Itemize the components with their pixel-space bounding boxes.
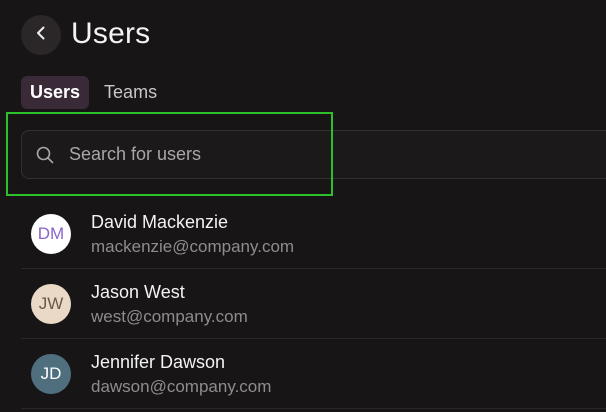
avatar: DM	[31, 214, 71, 254]
user-email: dawson@company.com	[91, 377, 272, 396]
user-email: mackenzie@company.com	[91, 237, 295, 256]
user-row[interactable]: DM David Mackenzie mackenzie@company.com	[21, 199, 606, 269]
user-name: David Mackenzie	[91, 212, 229, 232]
user-row[interactable]: JD Jennifer Dawson dawson@company.com	[21, 339, 606, 409]
tab-users[interactable]: Users	[21, 76, 90, 109]
user-name: Jennifer Dawson	[91, 352, 226, 372]
user-row[interactable]: JW Jason West west@company.com	[21, 269, 606, 339]
tab-bar: Users Teams	[21, 76, 166, 109]
user-name: Jason West	[91, 282, 185, 302]
user-list: DM David Mackenzie mackenzie@company.com…	[21, 199, 606, 409]
tab-teams[interactable]: Teams	[95, 76, 166, 109]
chevron-left-icon	[33, 25, 49, 46]
back-button[interactable]	[21, 15, 61, 55]
user-email: west@company.com	[91, 307, 248, 326]
search-input[interactable]	[67, 143, 551, 166]
search-icon	[35, 145, 55, 165]
avatar: JW	[31, 284, 71, 324]
page-title: Users	[71, 17, 151, 50]
users-page: Users Users Teams DM David Mackenzie mac…	[0, 0, 606, 412]
search-box	[21, 130, 606, 179]
avatar: JD	[31, 354, 71, 394]
